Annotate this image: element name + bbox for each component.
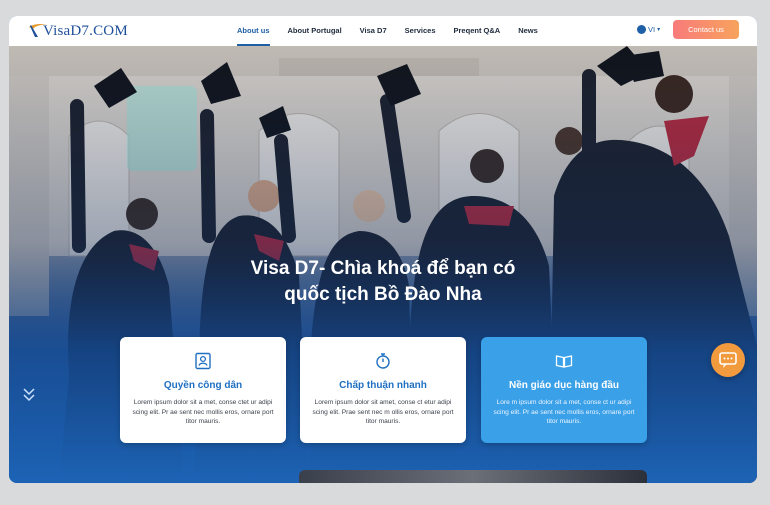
card-title: Chấp thuận nhanh [339, 380, 427, 391]
nav-about-us[interactable]: About us [237, 16, 270, 46]
contact-us-button[interactable]: Contact us [673, 20, 739, 39]
nav-about-portugal[interactable]: About Portugal [288, 16, 342, 46]
card-description: Lorem ipsum dolor sit a met, conse ctet … [132, 399, 274, 425]
card-title: Nền giáo dục hàng đầu [508, 380, 619, 391]
open-book-icon [555, 355, 573, 368]
language-code: VI [648, 25, 656, 34]
feature-card-citizenship[interactable]: Quyền công dân Lorem ipsum dolor sit a m… [120, 337, 286, 443]
hero-title-line-1: Visa D7- Chìa khoá để bạn có [250, 258, 516, 279]
logo-text: VisaD7.COM [43, 22, 128, 39]
card-description: Lore m ipsum dolor sit a met, conse ct u… [493, 399, 635, 425]
globe-icon [637, 25, 646, 34]
scroll-down-chevrons-icon[interactable] [22, 386, 36, 404]
card-description: Lorem ipsum dolor sit amet, conse ct etu… [312, 399, 454, 425]
card-title: Quyền công dân [163, 380, 243, 391]
hero-title-line-2: quốc tịch Bồ Đào Nha [284, 284, 482, 305]
feature-card-education[interactable]: Nền giáo dục hàng đầu Lore m ipsum dolor… [481, 337, 647, 443]
language-selector[interactable]: VI ▾ [637, 25, 660, 34]
nav-services[interactable]: Services [405, 16, 436, 46]
browser-frame: VisaD7.COM About us About Portugal Visa … [9, 16, 757, 483]
next-section-image-preview [299, 470, 647, 483]
feature-card-fast-approval[interactable]: Chấp thuận nhanh Lorem ipsum dolor sit a… [300, 337, 466, 443]
nav-qa[interactable]: Preqent Q&A [454, 16, 501, 46]
hero-section: Visa D7- Chìa khoá để bạn có quốc tịch B… [9, 46, 757, 483]
stopwatch-icon [376, 353, 390, 369]
chat-bubble-icon [719, 352, 737, 368]
id-card-icon [195, 352, 211, 370]
nav-news[interactable]: News [518, 16, 538, 46]
top-navbar: VisaD7.COM About us About Portugal Visa … [9, 16, 757, 46]
main-nav: About us About Portugal Visa D7 Services… [237, 16, 556, 46]
chat-button[interactable] [711, 343, 745, 377]
nav-visa-d7[interactable]: Visa D7 [360, 16, 387, 46]
chevron-down-icon: ▾ [657, 27, 661, 33]
site-logo[interactable]: VisaD7.COM [27, 21, 128, 41]
